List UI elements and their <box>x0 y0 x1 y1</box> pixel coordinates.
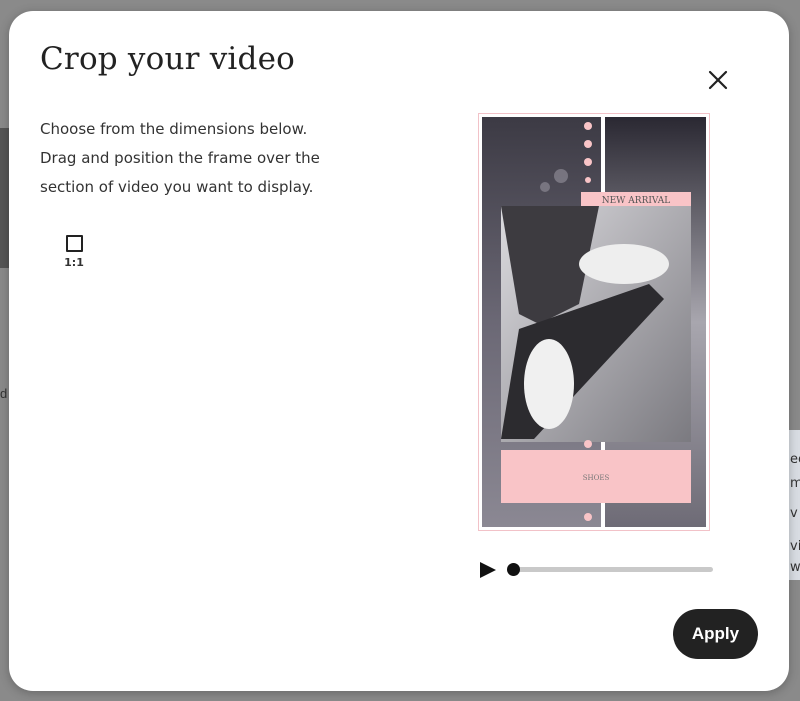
close-icon <box>708 70 728 90</box>
description-line: Choose from the dimensions below. <box>40 120 308 138</box>
description-line: Drag and position the frame over the <box>40 149 320 167</box>
video-frame-image: NEW ARRIVAL SHOES <box>479 114 709 530</box>
caption-text: SHOES <box>583 474 610 482</box>
background-text: vi <box>790 539 800 554</box>
background-text: v <box>790 506 798 521</box>
ratio-option-1-1[interactable]: 1:1 <box>59 233 89 281</box>
play-button[interactable] <box>478 559 500 581</box>
close-button[interactable] <box>701 63 735 97</box>
description-line: section of video you want to display. <box>40 178 314 196</box>
apply-button[interactable]: Apply <box>673 609 758 659</box>
square-icon <box>65 235 83 252</box>
background-text: m <box>790 476 800 491</box>
banner-text: NEW ARRIVAL <box>602 196 671 206</box>
play-icon <box>480 562 496 578</box>
video-player-controls <box>478 555 718 583</box>
background-text: w <box>790 560 800 575</box>
progress-scrubber[interactable] <box>507 563 520 576</box>
background-text: ec <box>790 452 800 467</box>
crop-video-modal: Crop your video Choose from the dimensio… <box>9 11 789 691</box>
ratio-label: 1:1 <box>64 256 84 269</box>
modal-description: Choose from the dimensions below. Drag a… <box>40 115 370 202</box>
modal-title: Crop your video <box>40 41 295 77</box>
video-preview[interactable]: NEW ARRIVAL SHOES <box>478 113 710 531</box>
progress-track[interactable] <box>511 567 713 572</box>
background-text: d <box>0 386 8 401</box>
